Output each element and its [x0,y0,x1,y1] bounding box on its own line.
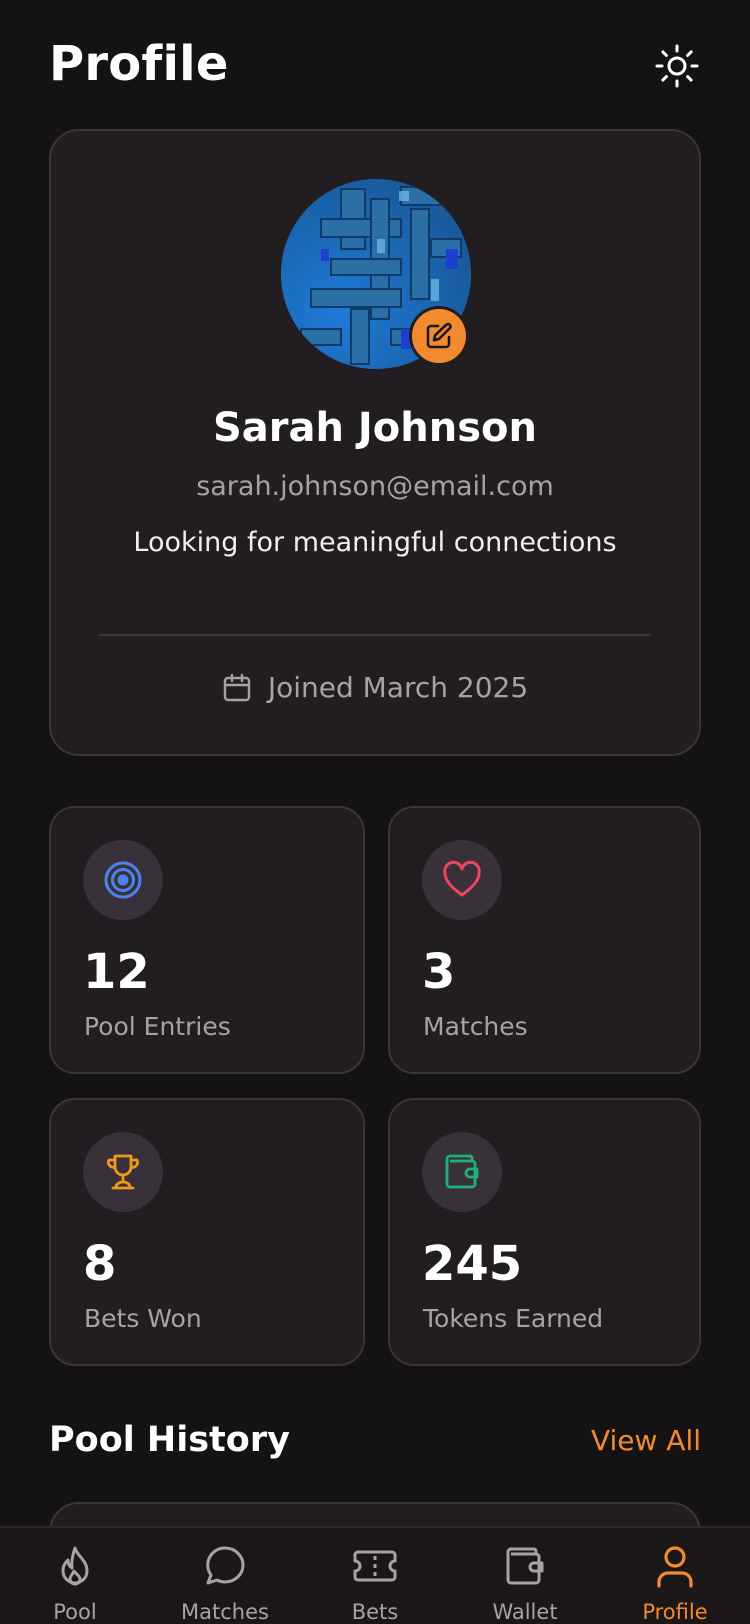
target-icon [104,861,142,899]
heart-icon [443,860,481,897]
user-email: sarah.johnson@email.com [196,471,554,502]
profile-card: Sarah Johnson sarah.johnson@email.com Lo… [49,129,701,756]
user-icon [657,1546,693,1588]
nav-label: Bets [351,1600,399,1624]
nav-item-wallet[interactable]: Wallet [450,1542,600,1624]
stat-card-pool-entries: 12 Pool Entries [49,806,365,1074]
nav-label: Pool [53,1600,97,1624]
chat-bubble-icon [206,1546,245,1585]
wallet-icon [445,1154,479,1189]
stat-icon-container [422,840,502,920]
nav-label: Profile [642,1600,708,1624]
divider [99,634,651,636]
flame-icon [61,1546,89,1586]
stat-label: Matches [423,1012,528,1041]
profile-screen: Profile Sarah Johnson sarah.johnson@emai… [0,0,750,1624]
edit-avatar-button[interactable] [409,306,469,366]
nav-label: Matches [181,1600,269,1624]
stat-icon-container [422,1132,502,1212]
stat-value: 12 [83,944,150,1000]
header: Profile [49,32,701,100]
avatar-container [281,179,471,369]
stat-card-matches: 3 Matches [388,806,701,1074]
nav-label: Wallet [492,1600,558,1624]
theme-toggle-button[interactable] [653,42,701,90]
nav-item-bets[interactable]: Bets [300,1542,450,1624]
nav-item-profile[interactable]: Profile [600,1542,750,1624]
calendar-icon [223,673,251,701]
stat-value: 8 [83,1236,117,1292]
user-name: Sarah Johnson [212,405,537,451]
view-all-link[interactable]: View All [591,1424,701,1457]
pool-history-title: Pool History [49,1420,290,1460]
page-title: Profile [49,36,229,92]
wallet-icon [506,1547,544,1585]
sun-icon [655,44,699,88]
user-bio: Looking for meaningful connections [133,527,617,558]
stat-value: 245 [422,1236,523,1292]
stat-value: 3 [422,944,456,1000]
bottom-nav: Pool Matches Bets Wallet Profile [0,1526,750,1624]
stat-card-tokens-earned: 245 Tokens Earned [388,1098,701,1366]
stat-label: Bets Won [84,1304,202,1333]
trophy-icon [107,1154,139,1190]
stat-label: Pool Entries [84,1012,231,1041]
joined-row: Joined March 2025 [51,671,699,704]
edit-icon [426,322,452,349]
stat-card-bets-won: 8 Bets Won [49,1098,365,1366]
joined-date: Joined March 2025 [267,671,529,704]
stat-icon-container [83,1132,163,1212]
stat-label: Tokens Earned [423,1304,604,1333]
ticket-icon [353,1550,397,1582]
nav-item-matches[interactable]: Matches [150,1542,300,1624]
stat-icon-container [83,840,163,920]
nav-item-pool[interactable]: Pool [0,1542,150,1624]
